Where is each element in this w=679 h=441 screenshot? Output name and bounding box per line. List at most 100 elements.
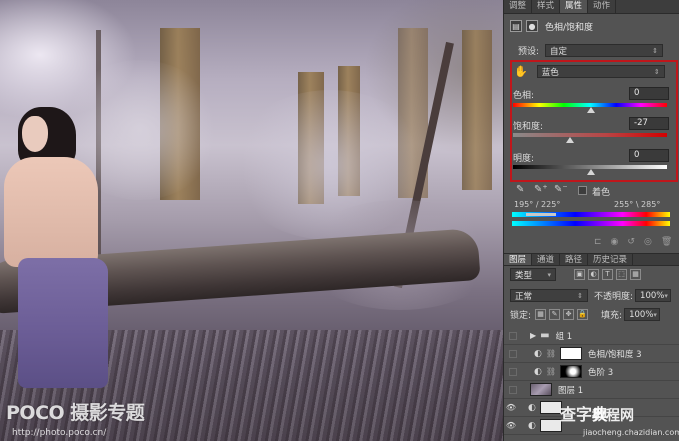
lock-all-icon[interactable]: 🔒 xyxy=(577,309,589,320)
color-range-selector[interactable] xyxy=(526,213,556,216)
colorize-checkbox[interactable] xyxy=(578,186,587,195)
lightness-slider-thumb[interactable] xyxy=(587,169,595,175)
reset-icon[interactable]: ↺ xyxy=(627,237,635,249)
smart-object-filter-icon[interactable]: ▦ xyxy=(630,269,641,280)
visibility-toggle[interactable] xyxy=(509,349,517,358)
site-watermark-url: jiaocheng.chazidian.com xyxy=(583,428,679,437)
layer-mask-thumbnail[interactable] xyxy=(539,419,562,432)
blend-mode-value: 正常 xyxy=(515,291,533,302)
type-filter-icon[interactable]: T xyxy=(602,269,613,280)
fill-label: 填充: xyxy=(601,311,623,321)
lock-image-icon[interactable]: ✎ xyxy=(549,309,561,320)
layer-mask-thumbnail[interactable] xyxy=(560,365,583,378)
photo-canvas[interactable]: POCO 摄影专题 http://photo.poco.cn/ xyxy=(0,0,503,441)
adjustment-layer-icon: ◐ xyxy=(528,402,536,413)
layer-mask-thumbnail[interactable] xyxy=(560,347,583,360)
visibility-toggle[interactable] xyxy=(509,331,517,340)
eyedropper-minus-icon[interactable]: ✎⁻ xyxy=(554,184,568,195)
layer-name: 色相/饱和度 3 xyxy=(588,349,642,360)
opacity-field[interactable]: 100% ▾ xyxy=(635,289,672,302)
properties-footer-icons: ⊏ ◉ ↺ ◎ 🗑 xyxy=(594,237,672,249)
layer-row-levels[interactable]: ◐ ⛓ 色阶 3 xyxy=(504,363,679,381)
saturation-slider-thumb[interactable] xyxy=(566,137,574,143)
saturation-slider-track[interactable] xyxy=(513,133,667,137)
tab-styles[interactable]: 样式 xyxy=(532,0,561,13)
poco-watermark-logo: POCO 摄影专题 xyxy=(6,402,145,424)
layer-kind-dropdown[interactable]: 类型 ▾ xyxy=(510,268,556,281)
visibility-toggle[interactable] xyxy=(509,385,517,394)
tree-pillar xyxy=(462,30,492,190)
layer-filter-row: 类型 ▾ ▣ ◐ T ⬚ ▦ xyxy=(510,268,644,281)
layer-name: 组 1 xyxy=(555,331,573,342)
preset-row: 预设: 自定 ⇕ xyxy=(518,44,664,57)
folder-icon: ▬ xyxy=(540,330,550,341)
hand-icon[interactable]: ✋ xyxy=(514,65,528,78)
blend-mode-dropdown[interactable]: 正常 ⇕ xyxy=(510,289,588,302)
layer-row-group[interactable]: ▶ ▬ 组 1 xyxy=(504,327,679,345)
eyedropper-plus-icon[interactable]: ✎⁺ xyxy=(534,184,548,195)
pixel-filter-icon[interactable]: ▣ xyxy=(574,269,585,280)
properties-header: ▤ ● 色相/饱和度 xyxy=(510,18,593,34)
clip-to-layer-icon[interactable]: ⊏ xyxy=(594,237,602,249)
trash-icon[interactable]: 🗑 xyxy=(661,237,672,249)
lock-label: 锁定: xyxy=(510,311,532,321)
tab-properties[interactable]: 属性 xyxy=(560,0,589,13)
channel-dropdown[interactable]: 蓝色 ⇕ xyxy=(536,65,665,78)
hue-value-field[interactable]: 0 xyxy=(629,87,669,100)
adjustment-filter-icon[interactable]: ◐ xyxy=(588,269,599,280)
tab-adjustments[interactable]: 调整 xyxy=(504,0,533,13)
woman-face xyxy=(22,116,48,152)
visibility-toggle[interactable] xyxy=(509,367,517,376)
opacity-label: 不透明度: xyxy=(594,292,634,302)
layer-row-layer1[interactable]: 图层 1 xyxy=(504,381,679,399)
channel-value: 蓝色 xyxy=(541,67,559,78)
link-icon[interactable]: ⛓ xyxy=(546,349,556,358)
chevron-down-icon: ⇕ xyxy=(577,291,583,300)
visibility-eye-icon[interactable]: ◎ xyxy=(644,237,652,249)
opacity-value: 100% xyxy=(640,290,665,301)
layer-name: 色阶 3 xyxy=(588,367,614,378)
poco-watermark-url: http://photo.poco.cn/ xyxy=(12,428,107,438)
eye-icon[interactable]: 👁 xyxy=(504,403,518,412)
mask-icon[interactable]: ● xyxy=(526,20,538,32)
chevron-down-icon: ▾ xyxy=(653,310,657,319)
lightness-label: 明度: xyxy=(513,154,535,164)
layer-row-hue-saturation[interactable]: ◐ ⛓ 色相/饱和度 3 xyxy=(504,345,679,363)
woman-skirt xyxy=(18,258,108,388)
adjustment-layer-icon: ▤ xyxy=(510,20,522,32)
hue-slider-thumb[interactable] xyxy=(587,107,595,113)
layer-kind-value: 类型 xyxy=(515,270,533,281)
chevron-down-icon: ▾ xyxy=(664,291,668,300)
view-previous-icon[interactable]: ◉ xyxy=(611,237,619,249)
saturation-value-field[interactable]: -27 xyxy=(629,117,669,130)
tab-paths[interactable]: 路径 xyxy=(560,254,589,265)
chevron-down-icon: ⇕ xyxy=(652,46,659,55)
range-right-text: 255° \ 285° xyxy=(614,200,661,209)
saturation-label: 饱和度: xyxy=(513,122,544,132)
shape-filter-icon[interactable]: ⬚ xyxy=(616,269,627,280)
range-left-text: 195° / 225° xyxy=(514,200,561,209)
adjust-panel-tabs: 调整 样式 属性 动作 xyxy=(504,0,679,14)
link-icon[interactable]: ⛓ xyxy=(546,367,556,376)
eye-icon[interactable]: 👁 xyxy=(504,421,518,430)
fill-field[interactable]: 100% ▾ xyxy=(624,308,661,321)
expand-arrow-icon[interactable]: ▶ xyxy=(530,331,536,340)
hue-label: 色相: xyxy=(513,91,535,101)
lock-position-icon[interactable]: ✥ xyxy=(563,309,575,320)
blend-row: 正常 ⇕ 不透明度: 100% ▾ xyxy=(510,289,672,302)
tab-actions[interactable]: 动作 xyxy=(588,0,617,13)
adjustment-layer-icon: ◐ xyxy=(534,348,542,359)
colorize-label: 着色 xyxy=(592,188,611,198)
fill-value: 100% xyxy=(629,309,654,320)
preset-dropdown[interactable]: 自定 ⇕ xyxy=(545,44,664,57)
layer-thumbnail[interactable] xyxy=(530,383,552,396)
chevron-down-icon: ⇕ xyxy=(653,67,660,76)
tab-history[interactable]: 历史记录 xyxy=(588,254,634,265)
tab-channels[interactable]: 通道 xyxy=(532,254,561,265)
tab-layers[interactable]: 图层 xyxy=(504,254,533,265)
lock-row: 锁定: ▦ ✎ ✥ 🔒 填充: 100% ▾ xyxy=(510,308,661,321)
layer-mask-thumbnail[interactable] xyxy=(539,401,562,414)
lightness-value-field[interactable]: 0 xyxy=(629,149,669,162)
lock-transparent-icon[interactable]: ▦ xyxy=(535,309,547,320)
eyedropper-icon[interactable]: ✎ xyxy=(516,184,524,195)
